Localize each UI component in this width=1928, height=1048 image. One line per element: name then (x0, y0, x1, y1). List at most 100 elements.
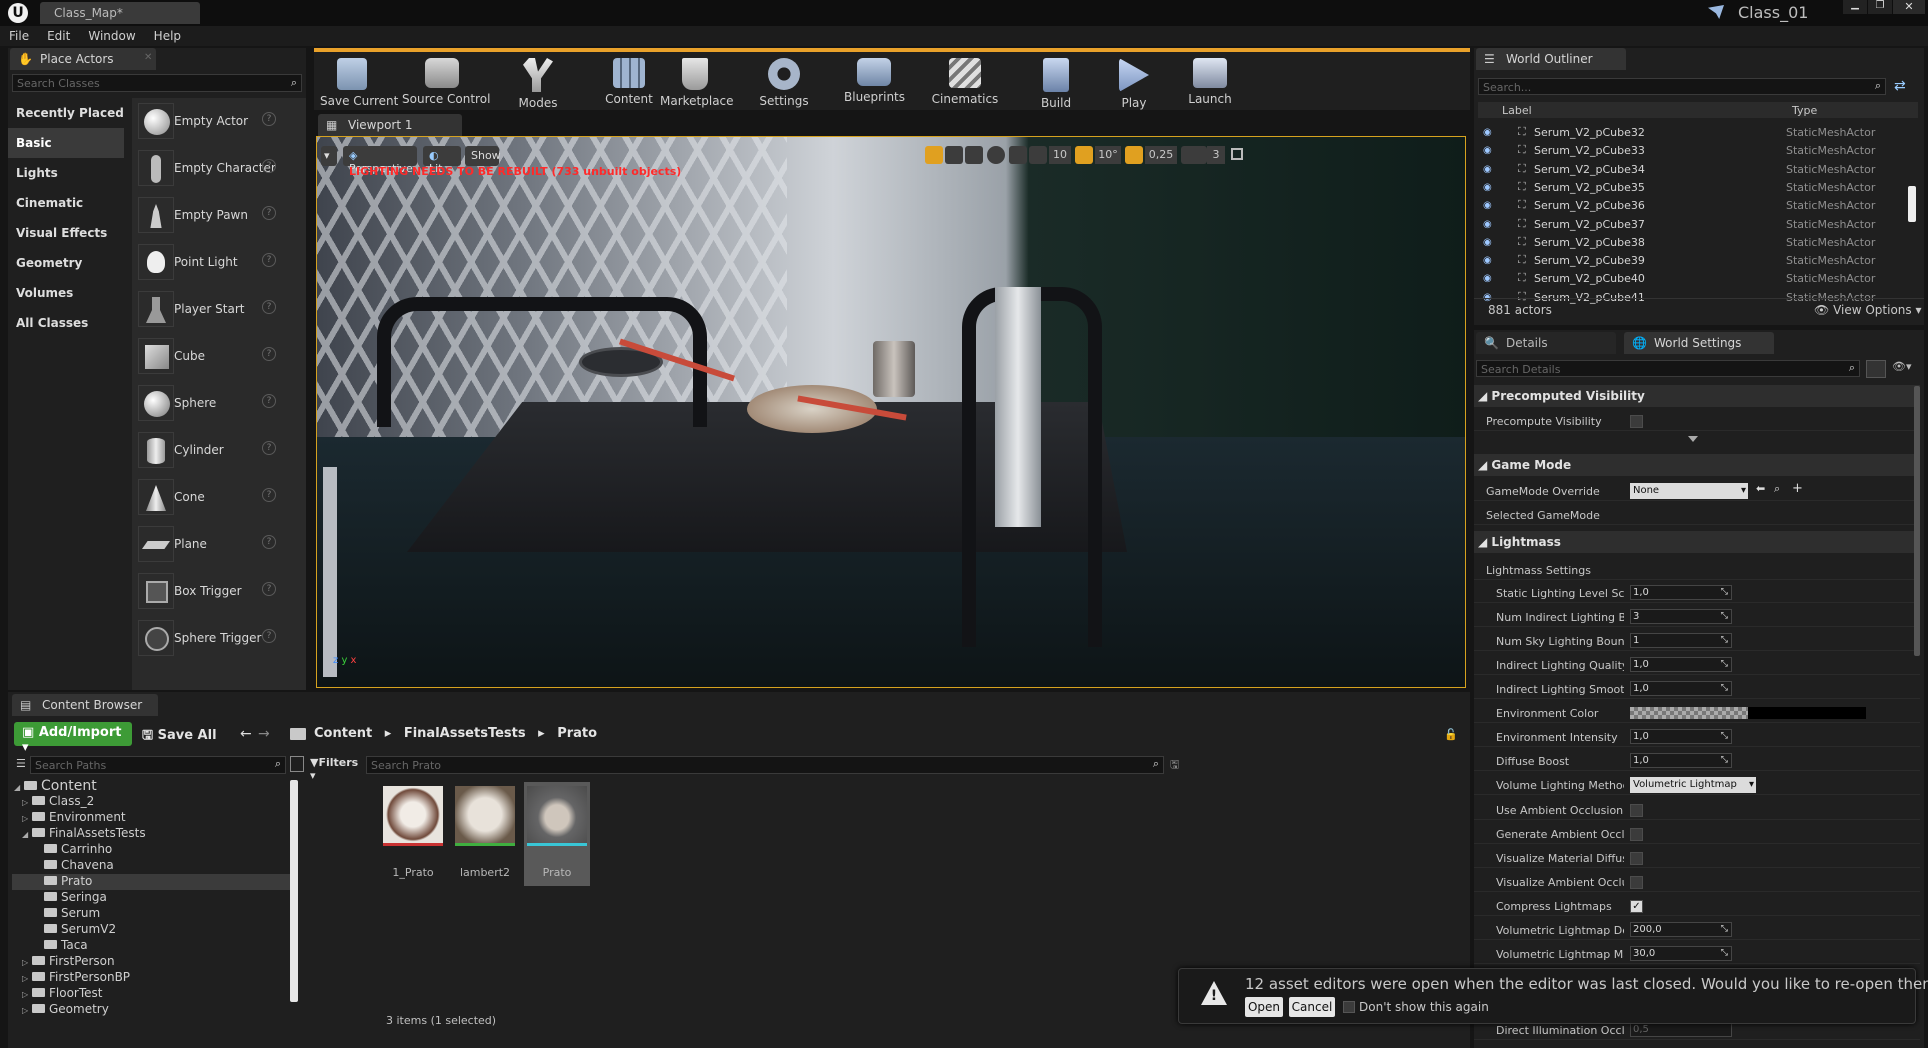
camera-speed-icon[interactable] (1181, 146, 1207, 164)
actor-item[interactable]: Sphere? (132, 380, 282, 427)
reset-icon[interactable]: ⤡ (1721, 754, 1728, 767)
tree-folder-environment[interactable]: ▷ Environment (12, 810, 290, 826)
maximize-viewport-icon[interactable] (1231, 148, 1243, 160)
search-assets-input[interactable]: Search Prato ⌕ (366, 756, 1164, 774)
grid-snap-value[interactable]: 10 (1049, 146, 1071, 164)
outliner-row[interactable]: ◉ ⛶ Serum_V2_pCube39 StaticMeshActor (1478, 252, 1914, 270)
view-options-button[interactable]: 👁 View Options ▾ (1814, 303, 1922, 317)
actor-item[interactable]: Cone? (132, 474, 282, 521)
help-icon[interactable]: ? (262, 582, 276, 596)
rotate-icon[interactable] (945, 146, 963, 164)
play-button[interactable]: Play (1114, 58, 1154, 120)
unreal-logo-icon[interactable]: U (8, 3, 28, 23)
tree-folder-serumv2[interactable]: SerumV2 (12, 922, 290, 938)
tree-folder-serum[interactable]: Serum (12, 906, 290, 922)
details-scrollbar[interactable] (1914, 386, 1920, 656)
expand-arrow-icon[interactable]: ▷ (22, 974, 32, 983)
add-icon[interactable]: + (1792, 481, 1803, 496)
property-checkbox[interactable]: ✓ (1630, 900, 1643, 913)
number-input[interactable]: 0,5 (1630, 1022, 1732, 1037)
number-input[interactable]: 1,0 ⤡ (1630, 585, 1732, 600)
section-precomputed-visibility[interactable]: ◢ Precomputed Visibility (1474, 385, 1920, 407)
number-input[interactable]: 1,0 ⤡ (1630, 657, 1732, 672)
breadcrumb-content[interactable]: Content (314, 726, 372, 741)
menu-help[interactable]: Help (145, 26, 190, 46)
help-icon[interactable]: ? (262, 535, 276, 549)
tree-folder-firstpersonbp[interactable]: ▷ FirstPersonBP (12, 970, 290, 986)
menu-window[interactable]: Window (79, 26, 144, 46)
search-icon[interactable]: ⌕ (275, 757, 281, 771)
blueprints-button[interactable]: Blueprints (844, 58, 905, 120)
tab-place-actors[interactable]: ✋ Place Actors ✕ (10, 48, 156, 70)
menu-file[interactable]: File (0, 26, 38, 46)
build-button[interactable]: Build (1034, 58, 1078, 120)
property-checkbox[interactable] (1630, 852, 1643, 865)
actor-item[interactable]: Empty Actor? (132, 98, 282, 145)
actor-item[interactable]: Empty Character? (132, 145, 282, 192)
expand-arrow-icon[interactable]: ▷ (22, 798, 32, 807)
cancel-button[interactable]: Cancel (1289, 997, 1335, 1017)
actor-item[interactable]: Point Light? (132, 239, 282, 286)
add-filter-icon[interactable]: ⇄ (1894, 78, 1906, 94)
environment-color-swatch[interactable] (1630, 707, 1748, 719)
gamemode-override-select[interactable]: None ▾ (1630, 483, 1748, 499)
expand-arrow-icon[interactable]: ◢ (14, 783, 24, 792)
tab-world-settings[interactable]: 🌐 World Settings (1624, 332, 1774, 354)
visibility-eye-icon[interactable]: ◉ (1483, 182, 1492, 193)
outliner-row[interactable]: ◉ ⛶ Serum_V2_pCube32 StaticMeshActor (1478, 124, 1914, 142)
view-options-icon[interactable] (290, 756, 304, 772)
property-matrix-icon[interactable] (1866, 360, 1886, 378)
perspective-button[interactable]: ◈ Perspective (343, 146, 417, 175)
category-basic[interactable]: Basic (8, 128, 124, 158)
section-lightmass[interactable]: ◢ Lightmass (1474, 531, 1920, 553)
tree-folder-finalassetstests[interactable]: ◢ FinalAssetsTests (12, 826, 290, 842)
property-checkbox[interactable] (1630, 828, 1643, 841)
asset-tile[interactable]: 1_Prato (380, 782, 446, 886)
expand-arrow-icon[interactable]: ◢ (22, 830, 32, 839)
reset-icon[interactable]: ⤡ (1721, 634, 1728, 647)
actor-item[interactable]: Cylinder? (132, 427, 282, 474)
actor-item[interactable]: Sphere Trigger? (132, 615, 282, 662)
help-icon[interactable]: ? (262, 159, 276, 173)
breadcrumb-prato[interactable]: Prato (557, 726, 597, 741)
search-icon[interactable]: ⌕ (1153, 757, 1159, 771)
actor-item[interactable]: Empty Pawn? (132, 192, 282, 239)
visibility-eye-icon[interactable]: ◉ (1483, 145, 1492, 156)
use-selected-arrow-icon[interactable]: ⬅ (1756, 482, 1765, 495)
help-icon[interactable]: ? (262, 300, 276, 314)
number-input[interactable]: 200,0 ⤡ (1630, 922, 1732, 937)
launch-button[interactable]: Launch (1186, 58, 1234, 120)
expand-arrow-icon[interactable]: ▷ (22, 1006, 32, 1015)
category-volumes[interactable]: Volumes (8, 278, 124, 308)
translate-icon[interactable] (925, 146, 943, 164)
tab-content-browser[interactable]: ▤ Content Browser (12, 694, 158, 716)
filters-button[interactable]: ▼Filters ▾ (310, 756, 362, 782)
details-search-input[interactable]: Search Details ⌕ (1476, 360, 1860, 377)
asset-tile[interactable]: lambert2 (452, 782, 518, 886)
cinematics-button[interactable]: Cinematics (930, 58, 1000, 120)
add-import-button[interactable]: ▣ Add/Import ▾ (14, 722, 132, 755)
browse-icon[interactable]: ⌕ (1774, 482, 1780, 496)
visibility-eye-icon[interactable]: ◉ (1483, 200, 1492, 211)
viewport[interactable]: ▾ ◈ Perspective ◐ Lit Show LIGHTING NEED… (316, 136, 1466, 688)
reset-icon[interactable]: ⤡ (1721, 682, 1728, 695)
actor-item[interactable]: Plane? (132, 521, 282, 568)
settings-button[interactable]: Settings (754, 58, 814, 120)
actor-item[interactable]: Cube? (132, 333, 282, 380)
scale-snap-value[interactable]: 0,25 (1145, 146, 1177, 164)
volume-lighting-method-select[interactable]: Volumetric Lightmap ▾ (1630, 777, 1756, 793)
help-icon[interactable]: ? (262, 112, 276, 126)
world-icon[interactable] (987, 146, 1005, 164)
expand-arrow-icon[interactable]: ▷ (22, 814, 32, 823)
category-lights[interactable]: Lights (8, 158, 124, 188)
category-recently-placed[interactable]: Recently Placed (8, 98, 124, 128)
help-icon[interactable]: ? (262, 253, 276, 267)
search-paths-input[interactable]: Search Paths ⌕ (30, 756, 286, 774)
visibility-eye-icon[interactable]: ◉ (1483, 127, 1492, 138)
actor-item[interactable]: Box Trigger? (132, 568, 282, 615)
eye-icon[interactable]: 👁▾ (1892, 360, 1912, 373)
number-input[interactable]: 1,0 ⤡ (1630, 681, 1732, 696)
category-cinematic[interactable]: Cinematic (8, 188, 124, 218)
section-game-mode[interactable]: ◢ Game Mode (1474, 454, 1920, 476)
category-geometry[interactable]: Geometry (8, 248, 124, 278)
